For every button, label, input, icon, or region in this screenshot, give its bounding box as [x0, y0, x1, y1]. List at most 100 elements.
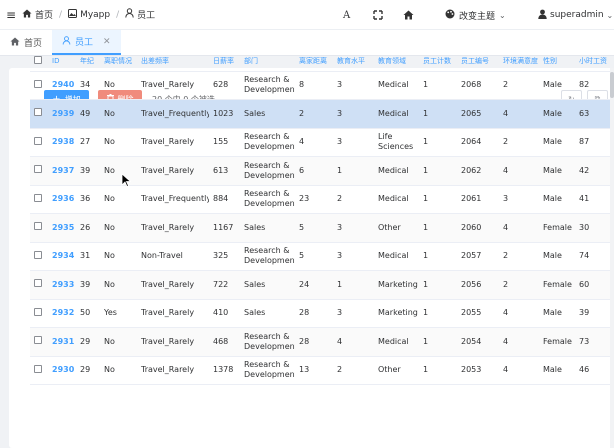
font-size-icon[interactable]: A — [343, 0, 350, 30]
row-id-link[interactable]: 2933 — [48, 270, 76, 300]
chevron-down-icon: ⌄ — [606, 10, 614, 20]
table-cell: 87 — [575, 128, 610, 157]
tab-label: 员工 — [75, 38, 94, 48]
breadcrumb-label: Myapp — [80, 9, 111, 20]
table-row[interactable]: 2934 31 No Non-Travel 325 Research & Developm… — [30, 242, 610, 271]
table-cell: 155 — [209, 128, 240, 157]
row-id-link[interactable]: 2930 — [48, 356, 76, 385]
row-checkbox[interactable] — [34, 165, 42, 174]
row-checkbox[interactable] — [34, 336, 42, 345]
row-checkbox[interactable] — [34, 193, 42, 202]
table-row[interactable]: 2935 26 No Travel_Rarely 1167 Sales 5 3 Other 1 20… — [30, 213, 610, 243]
theme-dropdown[interactable]: 改变主题 ⌄ — [445, 0, 506, 30]
table-cell: 31 — [76, 242, 100, 271]
column-header[interactable]: 员工编号 — [457, 51, 499, 72]
column-header[interactable]: 离家距离 — [295, 51, 333, 72]
menu-toggle-icon[interactable]: ≡ — [0, 8, 22, 22]
table-row[interactable]: 2933 39 No Travel_Rarely 722 Sales 24 1 Marketin… — [30, 270, 610, 300]
column-header[interactable]: 教育领域 — [374, 51, 419, 72]
row-id-link[interactable]: 2939 — [48, 99, 76, 129]
column-header[interactable]: 部门 — [240, 51, 295, 72]
row-select-cell[interactable] — [30, 356, 48, 385]
row-checkbox[interactable] — [34, 364, 42, 373]
row-checkbox[interactable] — [34, 108, 42, 117]
table-cell: 2060 — [457, 213, 499, 243]
column-header[interactable]: ID — [48, 51, 76, 72]
row-select-cell[interactable] — [30, 156, 48, 186]
row-select-cell[interactable] — [30, 299, 48, 328]
row-checkbox[interactable] — [34, 222, 42, 231]
breadcrumb-item[interactable]: 员工 — [125, 8, 155, 21]
row-select-cell[interactable] — [30, 327, 48, 357]
table-row[interactable]: 2932 50 Yes Travel_Rarely 410 Sales 28 3 Marketi… — [30, 299, 610, 328]
column-header[interactable]: 性别 — [539, 51, 575, 72]
table-cell: No — [100, 327, 137, 357]
row-select-cell[interactable] — [30, 185, 48, 214]
column-header[interactable]: 环境满意度 — [499, 51, 539, 72]
table-row[interactable]: 2940 34 No Travel_Rarely 628 Research & Devel… — [30, 71, 610, 100]
table-cell: 1167 — [209, 213, 240, 243]
user-menu[interactable]: superadmin ⌄ — [538, 0, 613, 30]
column-header[interactable]: 出差频率 — [137, 51, 209, 72]
breadcrumb-item[interactable]: Myapp — [68, 8, 111, 21]
column-header[interactable]: 小时工资 — [575, 51, 610, 72]
row-id-link[interactable]: 2935 — [48, 213, 76, 243]
table-cell: 4 — [499, 299, 539, 328]
table-cell: 1 — [419, 242, 457, 271]
row-id-link[interactable]: 2940 — [48, 71, 76, 100]
row-checkbox[interactable] — [34, 250, 42, 259]
table-cell: 2061 — [457, 185, 499, 214]
table-cell: 27 — [76, 128, 100, 157]
column-header[interactable]: 年纪 — [76, 51, 100, 72]
row-select-cell[interactable] — [30, 99, 48, 129]
table-row[interactable]: 2931 29 No Travel_Rarely 468 Research & Devel… — [30, 327, 610, 357]
row-checkbox[interactable] — [34, 79, 42, 88]
table-cell: 3 — [333, 71, 374, 100]
column-header[interactable]: 离职情况 — [100, 51, 137, 72]
table-cell: Sales — [240, 213, 295, 243]
row-select-cell[interactable] — [30, 128, 48, 157]
row-id-link[interactable]: 2932 — [48, 299, 76, 328]
table-cell: 1 — [419, 128, 457, 157]
table-row[interactable]: 2930 29 No Travel_Rarely 1378 Research & Deve… — [30, 356, 610, 385]
fullscreen-icon[interactable] — [373, 0, 383, 30]
tab-label: 首页 — [24, 39, 43, 49]
table-cell: 722 — [209, 270, 240, 300]
scrollbar-thumb[interactable] — [610, 72, 614, 98]
table-row[interactable]: 2936 36 No Travel_Frequently 884 Research & D… — [30, 185, 610, 214]
table-cell: Life Sciences — [374, 128, 419, 157]
column-header[interactable]: 教育水平 — [333, 51, 374, 72]
row-select-cell[interactable] — [30, 242, 48, 271]
select-all-checkbox[interactable] — [34, 55, 42, 64]
table-cell: Male — [539, 99, 575, 129]
row-id-link[interactable]: 2938 — [48, 128, 76, 157]
table-cell: 2056 — [457, 270, 499, 300]
table-cell: 6 — [295, 156, 333, 186]
breadcrumb-item[interactable]: 首页 — [22, 8, 53, 21]
table-cell: Travel_Rarely — [137, 128, 209, 157]
home-nav-icon[interactable] — [403, 0, 414, 30]
row-id-link[interactable]: 2936 — [48, 185, 76, 214]
close-icon[interactable]: ✕ — [103, 37, 111, 47]
table-cell: No — [100, 270, 137, 300]
column-header[interactable]: 员工计数 — [419, 51, 457, 72]
table-cell: Male — [539, 128, 575, 157]
table-row[interactable]: 2938 27 No Travel_Rarely 155 Research & Devel… — [30, 128, 610, 157]
table-cell: 2 — [295, 99, 333, 129]
table-cell: 1023 — [209, 99, 240, 129]
row-select-cell[interactable] — [30, 213, 48, 243]
row-id-link[interactable]: 2931 — [48, 327, 76, 357]
column-header[interactable]: 日薪率 — [209, 51, 240, 72]
select-all-cell[interactable] — [30, 51, 48, 72]
row-id-link[interactable]: 2937 — [48, 156, 76, 186]
table-cell: 2053 — [457, 356, 499, 385]
table-row[interactable]: 2937 39 No Travel_Rarely 613 Research & Devel… — [30, 156, 610, 186]
row-checkbox[interactable] — [34, 136, 42, 145]
row-select-cell[interactable] — [30, 71, 48, 100]
row-checkbox[interactable] — [34, 307, 42, 316]
table-row[interactable]: 2939 49 No Travel_Frequently 1023 Sales 2 3 Medi… — [30, 99, 610, 129]
row-select-cell[interactable] — [30, 270, 48, 300]
scrollbar[interactable] — [610, 68, 614, 448]
row-id-link[interactable]: 2934 — [48, 242, 76, 271]
row-checkbox[interactable] — [34, 279, 42, 288]
